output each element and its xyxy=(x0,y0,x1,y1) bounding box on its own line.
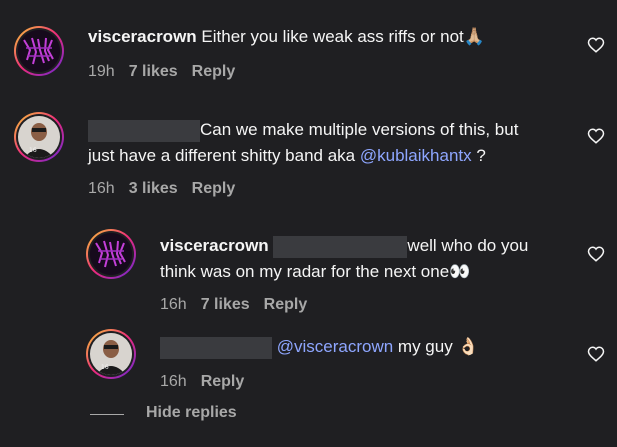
likes-count[interactable]: 3 likes xyxy=(129,180,178,197)
heart-outline-icon[interactable] xyxy=(587,36,605,54)
redacted-username xyxy=(88,119,200,142)
timestamp[interactable]: 16h xyxy=(160,373,187,390)
avatar[interactable]: 16 xyxy=(14,112,64,162)
comment-body-line2: think was on my radar for the next one xyxy=(160,262,450,281)
timestamp[interactable]: 16h xyxy=(88,180,115,197)
comment-body: my guy xyxy=(393,337,458,356)
mention-link[interactable]: @kublaikhantx xyxy=(360,146,472,165)
comment-body-line2: just have a different shitty band aka xyxy=(88,146,360,165)
emoji: 👌🏻 xyxy=(457,337,479,356)
comment-meta: 16h 3 likes Reply xyxy=(88,180,249,198)
comment-body-suffix: ? xyxy=(471,146,486,165)
reply-button[interactable]: Reply xyxy=(192,63,236,80)
band-logo-avatar-image xyxy=(18,30,60,72)
reply-button[interactable]: Reply xyxy=(201,373,245,390)
comment-meta: 16h Reply xyxy=(160,373,258,391)
heart-outline-icon[interactable] xyxy=(587,127,605,145)
comments-section: visceracrown Either you like weak ass ri… xyxy=(0,0,617,447)
svg-text:16: 16 xyxy=(29,147,37,154)
likes-count[interactable]: 7 likes xyxy=(129,63,178,80)
person-avatar-image: 16 xyxy=(18,116,60,158)
avatar[interactable]: 16 xyxy=(86,329,136,379)
mention-link[interactable]: @visceracrown xyxy=(277,337,393,356)
comment-meta: 19h 7 likes Reply xyxy=(88,63,249,81)
comment-text: @visceracrown my guy 👌🏻 xyxy=(160,334,479,360)
comment-text: visceracrown Either you like weak ass ri… xyxy=(88,24,485,50)
comment-text: visceracrown well who do you think was o… xyxy=(160,233,580,285)
band-logo-avatar-image xyxy=(90,233,132,275)
person-avatar-image: 16 xyxy=(90,333,132,375)
heart-outline-icon[interactable] xyxy=(587,345,605,363)
username[interactable]: visceracrown xyxy=(88,27,197,46)
reply-button[interactable]: Reply xyxy=(264,296,308,313)
avatar[interactable] xyxy=(86,229,136,279)
hide-replies-divider xyxy=(90,414,124,415)
comment-body: Can we make multiple versions of this, b… xyxy=(200,120,519,139)
redacted-mention xyxy=(273,235,408,258)
likes-count[interactable]: 7 likes xyxy=(201,296,250,313)
timestamp[interactable]: 16h xyxy=(160,296,187,313)
hide-replies-button[interactable]: Hide replies xyxy=(146,404,237,422)
username[interactable]: visceracrown xyxy=(160,236,269,255)
redacted-username xyxy=(160,336,272,359)
heart-outline-icon[interactable] xyxy=(587,245,605,263)
timestamp[interactable]: 19h xyxy=(88,63,115,80)
avatar[interactable] xyxy=(14,26,64,76)
emoji: 🙏🏼 xyxy=(463,27,485,46)
comment-body: Either you like weak ass riffs or not xyxy=(201,27,464,46)
comment-meta: 16h 7 likes Reply xyxy=(160,296,321,314)
comment-body: well who do you xyxy=(407,236,529,255)
emoji: 👀 xyxy=(449,262,471,281)
comment-text: Can we make multiple versions of this, b… xyxy=(88,117,568,169)
reply-button[interactable]: Reply xyxy=(192,180,236,197)
svg-text:16: 16 xyxy=(101,364,109,371)
